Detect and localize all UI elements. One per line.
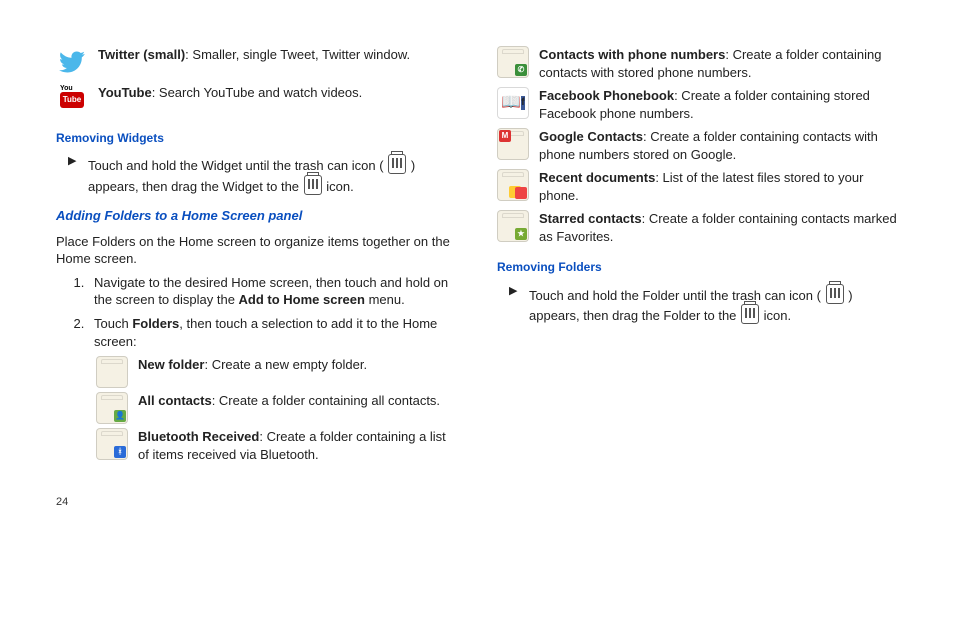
rw-text3: icon. (326, 179, 353, 194)
heading-adding-folders: Adding Folders to a Home Screen panel (56, 207, 457, 225)
trash-icon (388, 154, 406, 174)
folder-google: M Google Contacts: Create a folder conta… (497, 128, 898, 163)
twitter-desc: : Smaller, single Tweet, Twitter window. (185, 47, 410, 62)
heading-removing-folders: Removing Folders (497, 259, 898, 275)
youtube-name: YouTube (98, 85, 152, 100)
adding-folders-intro: Place Folders on the Home screen to orga… (56, 233, 457, 268)
youtube-icon: YouTube (56, 84, 88, 116)
widget-twitter: Twitter (small): Smaller, single Tweet, … (56, 46, 457, 78)
remove-folder-step: ▶ Touch and hold the Folder until the tr… (509, 284, 898, 325)
folder-icon: ✆ (497, 46, 529, 78)
s1c: menu. (365, 292, 405, 307)
widget-youtube: YouTube YouTube: Search YouTube and watc… (56, 84, 457, 116)
twitter-name: Twitter (small) (98, 47, 185, 62)
rd-name: Recent documents (539, 170, 655, 185)
st-name: Starred contacts (539, 211, 642, 226)
rw-text1: Touch and hold the Widget until the tras… (88, 158, 384, 173)
folder-icon: M (497, 128, 529, 160)
folder-icon (96, 356, 128, 388)
folder-icon (497, 169, 529, 201)
rf-text3: icon. (764, 308, 791, 323)
twitter-icon (56, 46, 88, 78)
folder-recent-docs: Recent documents: List of the latest fil… (497, 169, 898, 204)
s1b: Add to Home screen (239, 292, 365, 307)
new-folder-name: New folder (138, 357, 204, 372)
folder-bluetooth: ᚼ Bluetooth Received: Create a folder co… (96, 428, 457, 463)
heading-removing-widgets: Removing Widgets (56, 130, 457, 146)
trash-icon (741, 304, 759, 324)
folder-phone-numbers: ✆ Contacts with phone numbers: Create a … (497, 46, 898, 81)
folder-new: New folder: Create a new empty folder. (96, 356, 457, 388)
page-number: 24 (56, 495, 898, 510)
trash-icon (304, 175, 322, 195)
remove-widget-step: ▶ Touch and hold the Widget until the tr… (68, 154, 457, 195)
bt-name: Bluetooth Received (138, 429, 259, 444)
right-column: ✆ Contacts with phone numbers: Create a … (497, 40, 898, 467)
left-column: Twitter (small): Smaller, single Tweet, … (56, 40, 457, 467)
step-2: Touch Folders, then touch a selection to… (88, 315, 457, 350)
play-bullet-icon: ▶ (509, 284, 529, 325)
gc-name: Google Contacts (539, 129, 643, 144)
all-contacts-desc: : Create a folder containing all contact… (212, 393, 440, 408)
facebook-phonebook-icon: 📖f (497, 87, 529, 119)
all-contacts-name: All contacts (138, 393, 212, 408)
youtube-desc: : Search YouTube and watch videos. (152, 85, 363, 100)
play-bullet-icon: ▶ (68, 154, 88, 195)
step-1: Navigate to the desired Home screen, the… (88, 274, 457, 309)
steps-list: Navigate to the desired Home screen, the… (68, 274, 457, 350)
s2b: Folders (132, 316, 179, 331)
new-folder-desc: : Create a new empty folder. (204, 357, 367, 372)
fb-name: Facebook Phonebook (539, 88, 674, 103)
folder-icon: ★ (497, 210, 529, 242)
folder-icon: 👤 (96, 392, 128, 424)
folder-facebook: 📖f Facebook Phonebook: Create a folder c… (497, 87, 898, 122)
folder-icon: ᚼ (96, 428, 128, 460)
trash-icon (826, 284, 844, 304)
s2a: Touch (94, 316, 132, 331)
folder-all-contacts: 👤 All contacts: Create a folder containi… (96, 392, 457, 424)
rf-text1: Touch and hold the Folder until the tras… (529, 288, 821, 303)
folder-starred: ★ Starred contacts: Create a folder cont… (497, 210, 898, 245)
pn-name: Contacts with phone numbers (539, 47, 725, 62)
